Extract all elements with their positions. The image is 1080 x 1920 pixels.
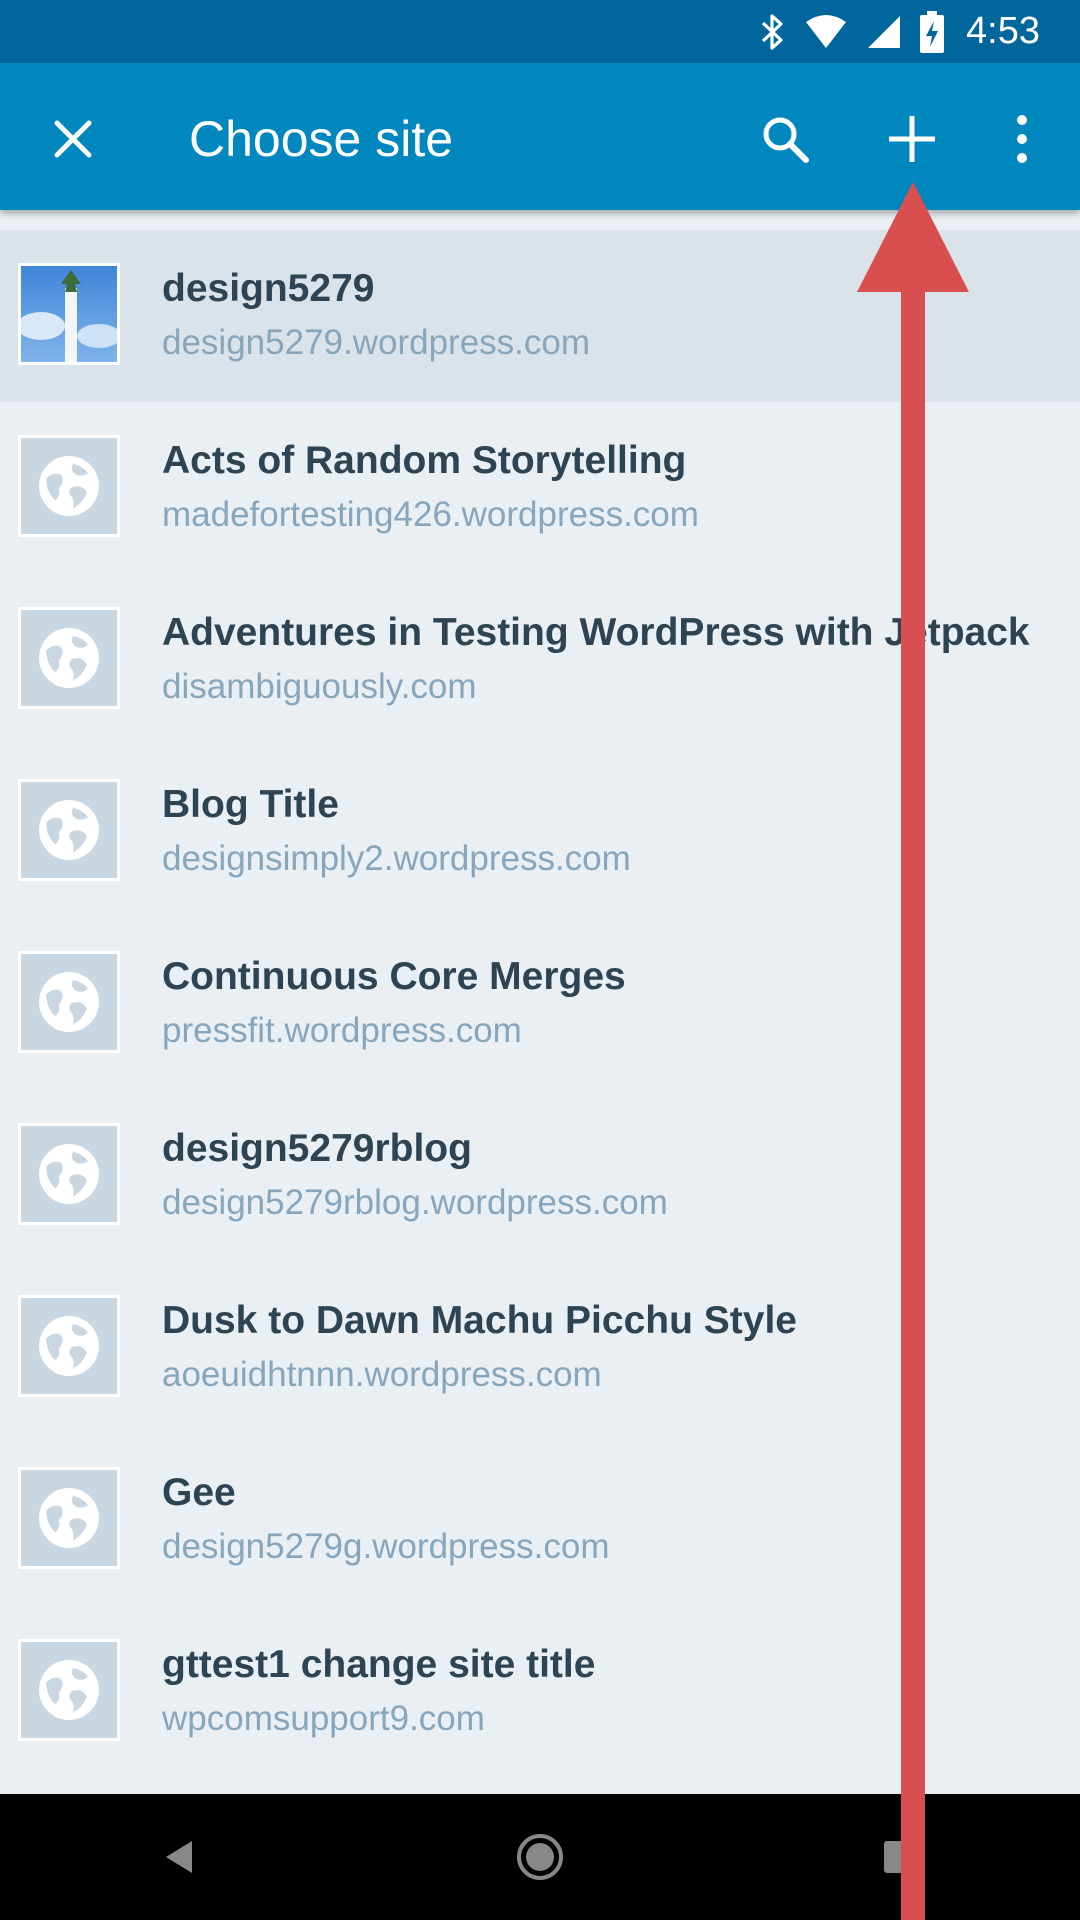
site-row[interactable]: Gee design5279g.wordpress.com xyxy=(0,1434,1080,1606)
recents-icon[interactable] xyxy=(840,1812,960,1902)
site-name: gttest1 change site title xyxy=(162,1643,596,1686)
site-text: Gee design5279g.wordpress.com xyxy=(162,1468,1080,1572)
globe-icon xyxy=(18,1123,120,1225)
site-name: Gee xyxy=(162,1471,236,1514)
site-text: Blog Title designsimply2.wordpress.com xyxy=(162,780,1080,884)
site-url: design5279.wordpress.com xyxy=(162,323,591,362)
globe-icon xyxy=(18,1295,120,1397)
site-name: design5279 xyxy=(162,267,375,310)
site-row[interactable]: gttest1 change site title wpcomsupport9.c… xyxy=(0,1606,1080,1778)
site-list: design5279 design5279.wordpress.com Acts o… xyxy=(0,230,1080,1778)
site-image xyxy=(18,263,120,365)
status-bar: 4:53 xyxy=(0,0,1080,63)
home-icon[interactable] xyxy=(480,1812,600,1902)
back-icon[interactable] xyxy=(120,1812,240,1902)
app-bar: Choose site xyxy=(0,63,1080,210)
site-name: Continuous Core Merges xyxy=(162,955,626,998)
globe-icon xyxy=(18,1639,120,1741)
site-name: Acts of Random Storytelling xyxy=(162,439,687,482)
more-vert-icon[interactable] xyxy=(989,106,1055,172)
site-row[interactable]: Blog Title designsimply2.wordpress.com xyxy=(0,746,1080,918)
status-time: 4:53 xyxy=(966,10,1040,52)
site-url: pressfit.wordpress.com xyxy=(162,1011,522,1050)
site-row[interactable]: Acts of Random Storytelling madefortestin… xyxy=(0,402,1080,574)
wifi-icon xyxy=(804,14,848,50)
site-url: designsimply2.wordpress.com xyxy=(162,839,631,878)
site-url: design5279g.wordpress.com xyxy=(162,1527,610,1566)
site-text: Continuous Core Merges pressfit.wordpress… xyxy=(162,952,1080,1056)
site-text: gttest1 change site title wpcomsupport9.c… xyxy=(162,1640,1080,1744)
site-name: design5279rblog xyxy=(162,1127,472,1170)
battery-charging-icon xyxy=(920,10,945,53)
search-icon[interactable] xyxy=(752,106,818,172)
site-text: Adventures in Testing WordPress with Jet… xyxy=(162,608,1080,712)
site-row[interactable]: Continuous Core Merges pressfit.wordpress… xyxy=(0,918,1080,1090)
close-icon[interactable] xyxy=(40,106,106,172)
site-url: madefortesting426.wordpress.com xyxy=(162,495,699,534)
site-row[interactable]: Adventures in Testing WordPress with Jet… xyxy=(0,574,1080,746)
globe-icon xyxy=(18,435,120,537)
add-icon[interactable] xyxy=(879,106,945,172)
site-url: design5279rblog.wordpress.com xyxy=(162,1183,668,1222)
page-title: Choose site xyxy=(189,111,454,167)
site-url: wpcomsupport9.com xyxy=(162,1699,485,1738)
globe-icon xyxy=(18,1467,120,1569)
site-text: design5279 design5279.wordpress.com xyxy=(162,264,1080,368)
site-text: design5279rblog design5279rblog.wordpress… xyxy=(162,1124,1080,1228)
site-row[interactable]: design5279 design5279.wordpress.com xyxy=(0,230,1080,402)
navigation-bar xyxy=(0,1794,1080,1920)
bluetooth-icon xyxy=(760,12,786,52)
site-url: aoeuidhtnnn.wordpress.com xyxy=(162,1355,602,1394)
site-name: Adventures in Testing WordPress with Jet… xyxy=(162,611,1030,654)
site-name: Dusk to Dawn Machu Picchu Style xyxy=(162,1299,797,1342)
site-text: Dusk to Dawn Machu Picchu Style aoeuidhtn… xyxy=(162,1296,1080,1400)
site-url: disambiguously.com xyxy=(162,667,477,706)
site-row[interactable]: design5279rblog design5279rblog.wordpress… xyxy=(0,1090,1080,1262)
site-row[interactable]: Dusk to Dawn Machu Picchu Style aoeuidhtn… xyxy=(0,1262,1080,1434)
signal-icon xyxy=(866,14,902,50)
site-name: Blog Title xyxy=(162,783,339,826)
globe-icon xyxy=(18,607,120,709)
globe-icon xyxy=(18,779,120,881)
globe-icon xyxy=(18,951,120,1053)
site-text: Acts of Random Storytelling madefortestin… xyxy=(162,436,1080,540)
